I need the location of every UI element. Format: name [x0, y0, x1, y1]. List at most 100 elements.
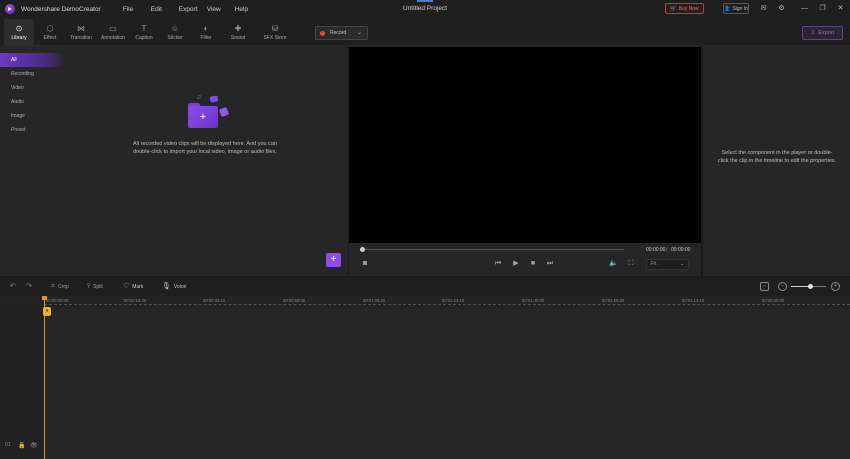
undo-icon: ↶: [10, 283, 16, 290]
record-label: Record: [330, 30, 347, 36]
ruler-tick-label: 00:01:06:20: [363, 298, 386, 303]
timeline-toolbar: ↶ ↷ ⌗ Crop ⫯ Split ♡ Mark 🎙 Voice ⇔ − +: [0, 277, 850, 296]
video-icon: [218, 106, 230, 118]
preview-quality-select[interactable]: Fit ⌄: [646, 259, 689, 270]
split-button[interactable]: ⫯ Split: [87, 283, 103, 290]
media-library-panel: All Recording Video Audio Image Preset ♫…: [0, 46, 348, 276]
playback-progress-bar[interactable]: [360, 247, 624, 252]
tab-effect[interactable]: ⬡ Effect: [35, 19, 65, 45]
tab-filter[interactable]: ◐ Filter: [191, 19, 221, 45]
mark-label: Mark: [132, 283, 144, 290]
menu-export[interactable]: Export: [179, 6, 207, 13]
close-icon[interactable]: ✕: [836, 4, 845, 13]
playhead-marker-icon[interactable]: ⏸: [43, 307, 51, 316]
voice-button[interactable]: 🎙 Voice: [162, 283, 186, 290]
mark-button[interactable]: ♡ Mark: [123, 283, 143, 290]
fit-timeline-icon[interactable]: ⇔: [760, 282, 769, 291]
cart-icon: 🛒: [670, 5, 677, 12]
lock-icon[interactable]: 🔒: [18, 442, 25, 449]
current-time: 00:00:00: [646, 247, 666, 253]
minimize-icon[interactable]: —: [800, 4, 809, 13]
title-bar: Wondershare DemoCreator File Edit Export…: [0, 0, 850, 18]
fullscreen-icon[interactable]: ⛶: [627, 260, 635, 268]
undo-button[interactable]: ↶: [10, 283, 16, 290]
zoom-out-icon[interactable]: −: [778, 282, 787, 291]
buy-now-label: Buy Now: [678, 5, 699, 12]
zoom-in-icon[interactable]: +: [831, 282, 840, 291]
chevron-down-icon[interactable]: ⌄: [357, 29, 362, 36]
properties-hint: Select the component in the player or do…: [717, 150, 837, 164]
image-icon: [209, 95, 219, 103]
total-time: 00:00:00: [671, 247, 691, 253]
music-note-icon: ♫: [196, 94, 202, 101]
sfx-store-icon: ⛁: [271, 23, 279, 33]
crop-label: Crop: [57, 283, 69, 290]
playback-progress-knob[interactable]: [360, 247, 365, 252]
tab-transition[interactable]: ⋈ Transition: [66, 19, 96, 45]
sound-icon: ✚: [234, 23, 242, 33]
annotation-icon: ▭: [109, 23, 117, 33]
stop-icon[interactable]: ■: [529, 260, 537, 268]
ruler-tick-label: 00:02:13:10: [682, 298, 705, 303]
sidebar-item-video[interactable]: Video: [0, 81, 65, 95]
next-frame-icon[interactable]: ⏭: [546, 260, 554, 268]
sign-in-label: Sign In: [732, 5, 748, 12]
settings-icon[interactable]: ⚙: [777, 4, 786, 13]
effect-icon: ⬡: [46, 23, 54, 33]
camera-snapshot-icon[interactable]: ◙: [361, 260, 369, 268]
ruler-tick-label: 00:00:33:10: [203, 298, 226, 303]
tab-label: Library: [11, 34, 27, 41]
sidebar-item-audio[interactable]: Audio: [0, 95, 65, 109]
buy-now-button[interactable]: 🛒 Buy Now: [665, 3, 704, 14]
menu-help[interactable]: Help: [235, 6, 263, 13]
tab-sfx-store[interactable]: ⛁ SFX Store: [260, 19, 290, 45]
menu-bar: File Edit Export View Help: [123, 6, 263, 13]
volume-icon[interactable]: 🔈: [609, 260, 618, 268]
video-player-canvas[interactable]: [349, 47, 701, 243]
menu-view[interactable]: View: [207, 6, 235, 13]
crop-button[interactable]: ⌗ Crop: [51, 283, 69, 290]
timeline-ruler[interactable]: 00:00:00:00 00:00:16:20 00:00:33:10 00:0…: [0, 296, 850, 308]
tab-annotation[interactable]: ▭ Annotation: [98, 19, 128, 45]
democreator-logo-icon: [5, 4, 15, 14]
tab-sticker[interactable]: ☺ Sticker: [160, 19, 190, 45]
play-icon[interactable]: ▶: [512, 260, 520, 268]
mail-icon[interactable]: ✉: [759, 4, 768, 13]
sticker-icon: ☺: [170, 23, 180, 33]
ruler-tick-label: 00:00:50:00: [283, 298, 306, 303]
sidebar-item-preset[interactable]: Preset: [0, 123, 65, 137]
chevron-down-icon: ⌄: [679, 261, 684, 267]
zoom-slider-knob[interactable]: [808, 284, 814, 289]
ruler-tick-label: 00:01:40:00: [522, 298, 545, 303]
tab-label: Transition: [70, 34, 92, 41]
filter-icon: ◐: [203, 23, 209, 33]
user-icon: 👤: [724, 5, 731, 12]
tab-library[interactable]: ⊙ Library: [4, 19, 34, 45]
ruler-tick-label: 00:02:30:00: [762, 298, 785, 303]
tab-caption[interactable]: T Caption: [129, 19, 159, 45]
sidebar-item-all[interactable]: All: [0, 53, 65, 67]
record-button[interactable]: Record ⌄: [315, 26, 368, 40]
plus-icon: +: [330, 254, 337, 265]
sign-in-button[interactable]: 👤 Sign In: [723, 3, 749, 14]
playhead-line[interactable]: [44, 298, 45, 459]
maximize-icon[interactable]: ❐: [818, 4, 827, 13]
menu-file[interactable]: File: [123, 6, 151, 13]
tab-label: Caption: [135, 34, 153, 41]
export-button[interactable]: ⇪ Export: [802, 26, 843, 40]
redo-button[interactable]: ↷: [26, 283, 32, 290]
tab-sound[interactable]: ✚ Sound: [223, 19, 253, 45]
transition-icon: ⋈: [77, 23, 85, 33]
previous-frame-icon[interactable]: ⏮: [494, 260, 502, 268]
sidebar-item-image[interactable]: Image: [0, 109, 65, 123]
library-icon: ⊙: [15, 23, 23, 33]
timeline-tracks-area[interactable]: [0, 308, 850, 459]
menu-edit[interactable]: Edit: [151, 6, 179, 13]
main-toolbar: ⊙ Library ⬡ Effect ⋈ Transition ▭ Annota…: [0, 18, 850, 46]
quality-value: Fit: [651, 261, 657, 267]
timeline-zoom-slider[interactable]: [791, 284, 826, 289]
import-media-button[interactable]: +: [326, 253, 341, 267]
eye-icon[interactable]: 👁: [30, 442, 38, 449]
sidebar-item-recording[interactable]: Recording: [0, 67, 65, 81]
democreator-window: Wondershare DemoCreator File Edit Export…: [0, 0, 850, 459]
